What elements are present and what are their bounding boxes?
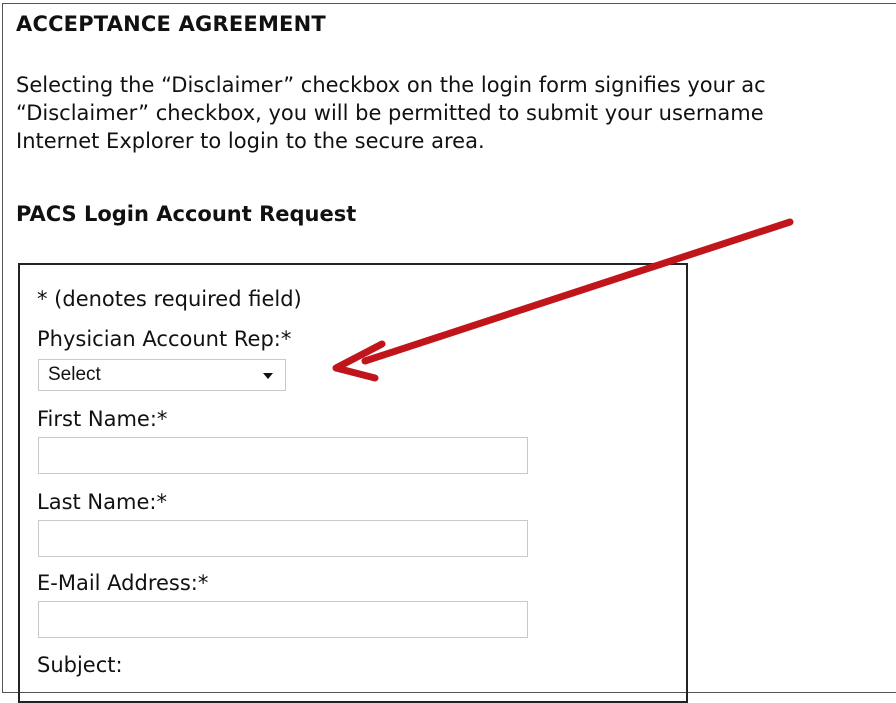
agreement-line: Selecting the “Disclaimer” checkbox on t… xyxy=(16,73,766,97)
agreement-text: Selecting the “Disclaimer” checkbox on t… xyxy=(16,71,766,155)
subject-label: Subject: xyxy=(37,653,123,677)
physician-rep-selected-value: Select xyxy=(48,364,101,385)
chevron-down-icon xyxy=(263,373,273,379)
physician-rep-select[interactable]: Select xyxy=(38,359,286,391)
required-field-note: * (denotes required field) xyxy=(37,287,302,311)
agreement-title: ACCEPTANCE AGREEMENT xyxy=(16,12,326,36)
physician-rep-label: Physician Account Rep:* xyxy=(37,327,292,351)
last-name-label: Last Name:* xyxy=(37,490,167,514)
last-name-input[interactable] xyxy=(38,520,528,557)
account-request-form: * (denotes required field) Physician Acc… xyxy=(18,263,688,703)
email-input[interactable] xyxy=(38,601,528,638)
agreement-line: “Disclaimer” checkbox, you will be permi… xyxy=(16,101,764,125)
form-title: PACS Login Account Request xyxy=(16,202,357,226)
email-label: E-Mail Address:* xyxy=(37,571,209,595)
first-name-label: First Name:* xyxy=(37,407,168,431)
first-name-input[interactable] xyxy=(38,437,528,474)
agreement-line: Internet Explorer to login to the secure… xyxy=(16,129,485,153)
